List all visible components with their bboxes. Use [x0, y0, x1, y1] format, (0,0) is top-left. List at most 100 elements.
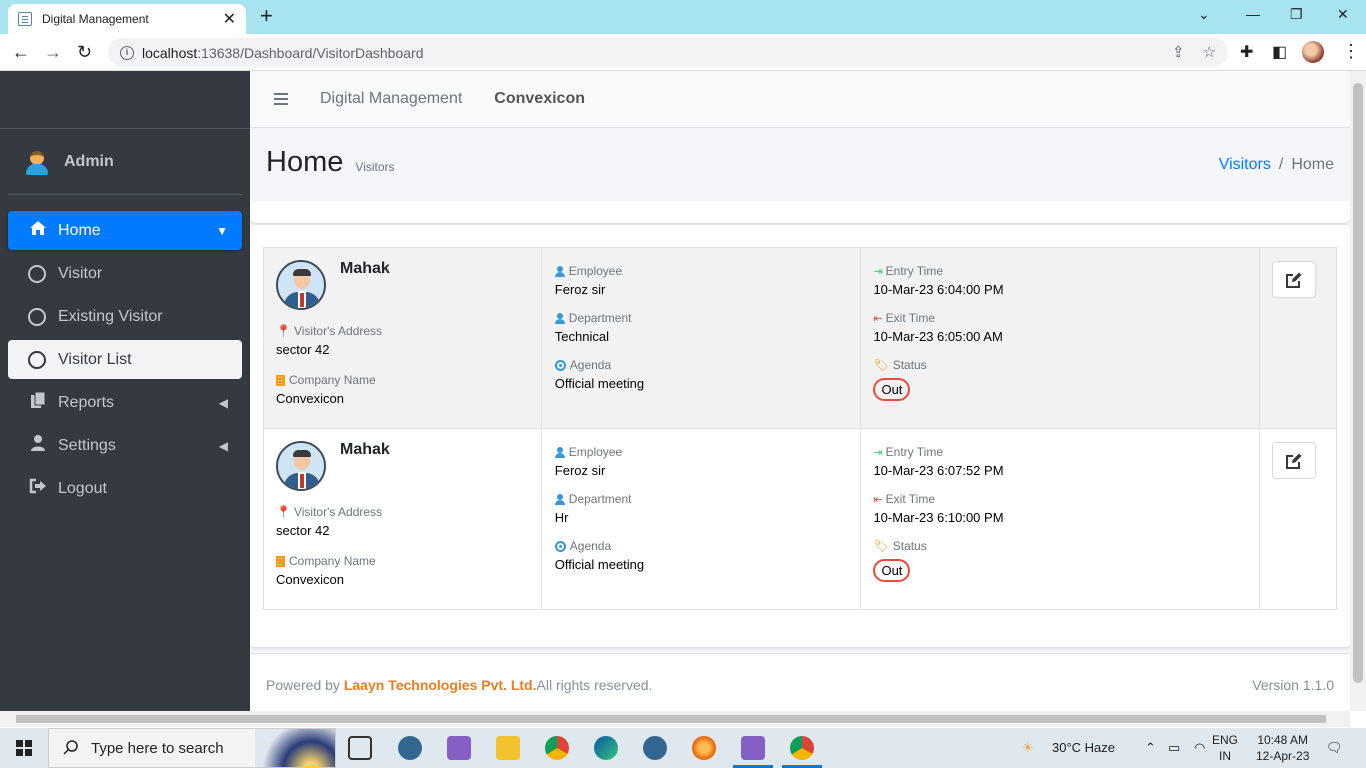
main-content: Digital Management Convexicon Home Visit…	[250, 71, 1350, 711]
vertical-scrollbar-thumb[interactable]	[1353, 83, 1363, 683]
circle-icon	[28, 307, 46, 326]
restore-icon[interactable]: ❐	[1290, 6, 1303, 23]
sidebar-item-visitor[interactable]: Visitor	[8, 254, 242, 293]
share-icon[interactable]: ⇪	[1172, 43, 1185, 61]
hamburger-menu-icon[interactable]	[274, 93, 288, 105]
extensions-icon[interactable]: ✚	[1240, 42, 1253, 62]
sidebar-item-settings[interactable]: Settings ◀	[8, 426, 242, 465]
exit-time-value: 10-Mar-23 6:10:00 PM	[873, 510, 1004, 525]
wifi-icon[interactable]: ◠	[1194, 740, 1205, 756]
site-info-icon[interactable]: i	[120, 45, 134, 60]
back-icon[interactable]: ←	[12, 42, 30, 62]
user-icon	[554, 266, 565, 277]
sidebar-item-logout[interactable]: Logout	[8, 469, 242, 508]
table-row: Mahak 📍 Visitor's Address sector 42 Compa…	[263, 428, 1338, 610]
user-icon	[554, 494, 565, 505]
nav-link-digital-management[interactable]: Digital Management	[320, 90, 462, 108]
chevron-left-icon: ◀	[218, 395, 228, 410]
horizontal-scrollbar-thumb[interactable]	[16, 715, 1326, 723]
user-icon	[554, 447, 565, 458]
chrome-icon[interactable]	[790, 736, 814, 760]
visual-studio-icon[interactable]	[447, 736, 471, 760]
edit-button[interactable]	[1271, 261, 1316, 298]
address-bar[interactable]: i localhost:13638/Dashboard/VisitorDashb…	[108, 38, 1228, 67]
postgres-icon[interactable]	[643, 736, 667, 760]
page-subtitle: Visitors	[355, 160, 395, 174]
edit-button[interactable]	[1271, 442, 1316, 479]
notification-icon[interactable]: 🗨	[1326, 740, 1343, 756]
profile-avatar[interactable]	[1302, 41, 1324, 63]
company-value: Convexicon	[276, 391, 344, 406]
visitor-name: Mahak	[340, 441, 390, 458]
entry-time-value: 10-Mar-23 6:04:00 PM	[873, 282, 1004, 297]
nav-link-convexicon[interactable]: Convexicon	[494, 90, 585, 108]
search-highlight-image	[255, 729, 335, 767]
vertical-scrollbar[interactable]	[1350, 71, 1366, 711]
new-tab-icon[interactable]: +	[260, 5, 273, 27]
windows-start-icon[interactable]	[16, 740, 32, 756]
chevron-left-icon: ◀	[218, 438, 228, 453]
weather-text[interactable]: 30°C Haze	[1052, 740, 1115, 755]
sidebar-item-existing-visitor[interactable]: Existing Visitor	[8, 297, 242, 336]
exit-time-value: 10-Mar-23 6:05:00 AM	[873, 329, 1003, 344]
browser-menu-icon[interactable]: ⋮	[1342, 42, 1360, 60]
sidebar-item-reports[interactable]: Reports ◀	[8, 383, 242, 422]
table-row: Mahak 📍 Visitor's Address sector 42 Compa…	[263, 247, 1338, 429]
entry-time-label: ⇥ Entry Time	[873, 445, 944, 459]
system-clock[interactable]: 10:48 AM 12-Apr-23	[1256, 732, 1309, 764]
search-placeholder: Type here to search	[91, 739, 224, 757]
visitor-avatar	[276, 441, 326, 491]
breadcrumb-link-visitors[interactable]: Visitors	[1219, 156, 1271, 173]
weather-icon: ☀	[1022, 740, 1034, 755]
tab-close-icon[interactable]: ✕	[223, 9, 236, 29]
entry-time-value: 10-Mar-23 6:07:52 PM	[873, 463, 1004, 478]
url-text: localhost:13638/Dashboard/VisitorDashboa…	[142, 44, 424, 61]
browser-tab[interactable]: Digital Management ✕	[8, 4, 246, 34]
minimize-icon[interactable]: —	[1246, 6, 1260, 22]
status-label: 🏷 Status	[873, 539, 927, 553]
employee-label: Employee	[554, 264, 848, 278]
tab-search-chevron-icon[interactable]: ⌄	[1198, 6, 1210, 23]
employee-value: Feroz sir	[554, 282, 606, 297]
status-badge: Out	[873, 378, 911, 401]
file-explorer-icon[interactable]	[496, 736, 520, 760]
department-value: Technical	[554, 329, 609, 344]
taskbar-search-box[interactable]: Type here to search	[48, 728, 336, 768]
sidebar-user-panel[interactable]: Admin	[8, 129, 242, 195]
circle-icon	[28, 350, 46, 369]
forward-icon[interactable]: →	[44, 42, 62, 62]
visual-studio-icon[interactable]	[741, 736, 765, 760]
page-footer: Powered by Laayn Technologies Pvt. Ltd.A…	[250, 653, 1350, 711]
employee-value: Feroz sir	[554, 463, 606, 478]
chrome-icon[interactable]	[545, 736, 569, 760]
language-indicator[interactable]: ENG IN	[1212, 732, 1238, 764]
window-close-icon[interactable]: ✕	[1337, 6, 1349, 23]
horizontal-scrollbar[interactable]	[0, 711, 1350, 727]
task-view-icon[interactable]	[348, 736, 372, 760]
circle-icon	[28, 264, 46, 283]
page-favicon-icon	[18, 12, 32, 26]
postgres-icon[interactable]	[398, 736, 422, 760]
reload-icon[interactable]: ↻	[77, 42, 92, 62]
sidebar-item-label: Existing Visitor	[58, 307, 163, 325]
footer-prefix: Powered by	[266, 677, 344, 693]
firefox-icon[interactable]	[692, 736, 716, 760]
footer-version: Version 1.1.0	[1252, 677, 1334, 693]
visitor-card: Mahak 📍 Visitor's Address sector 42 Compa…	[250, 225, 1350, 647]
sidebar-item-home[interactable]: Home ▼	[8, 211, 242, 250]
sidebar: Admin Home ▼ Visitor Existing Visitor Vi…	[0, 71, 250, 711]
chevron-up-icon[interactable]: ⌃	[1145, 740, 1156, 756]
side-panel-icon[interactable]: ◧	[1272, 42, 1287, 62]
bookmark-star-icon[interactable]: ☆	[1203, 43, 1216, 61]
edge-icon[interactable]	[594, 736, 618, 760]
exit-time-label: ⇤ Exit Time	[873, 311, 936, 325]
visit-times-cell: ⇥ Entry Time 10-Mar-23 6:07:52 PM ⇤ Exit T…	[860, 428, 1260, 610]
visitor-avatar	[276, 260, 326, 310]
sidebar-item-visitor-list[interactable]: Visitor List	[8, 340, 242, 379]
visit-details-cell: Employee Feroz sir Department Hr Agenda …	[540, 428, 862, 610]
copy-icon	[28, 391, 48, 414]
battery-icon[interactable]: ▭	[1168, 740, 1180, 756]
footer-company-link[interactable]: Laayn Technologies Pvt. Ltd.	[344, 677, 537, 693]
breadcrumb-current: Home	[1291, 156, 1334, 173]
action-cell	[1258, 428, 1338, 610]
